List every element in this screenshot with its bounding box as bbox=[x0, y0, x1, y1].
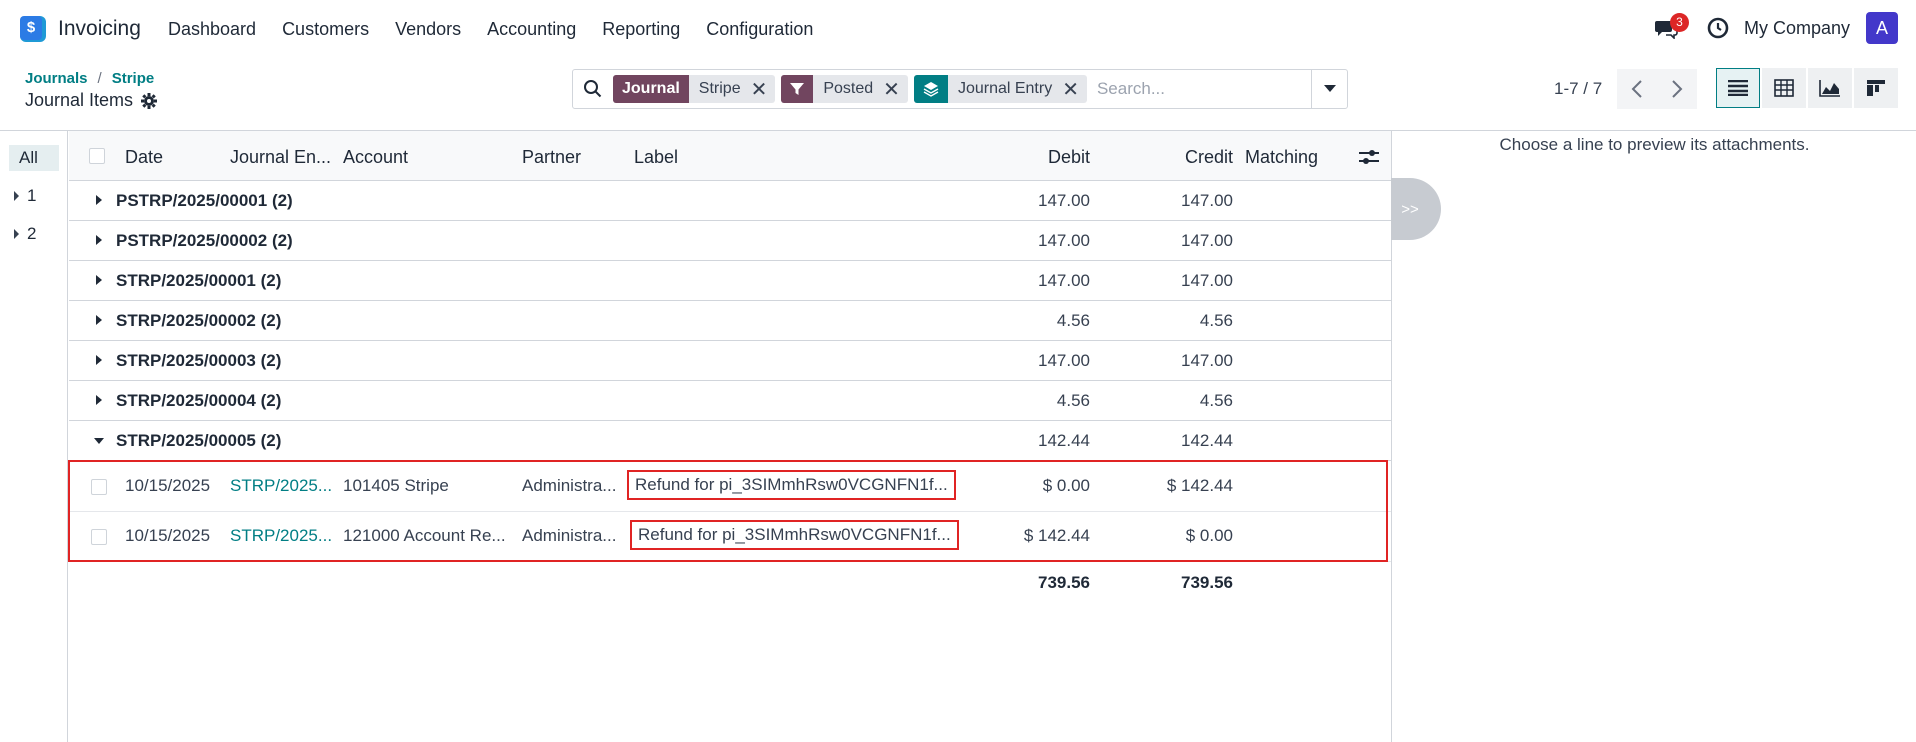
caret-right-icon bbox=[96, 195, 102, 205]
column-label[interactable]: Label bbox=[634, 147, 678, 168]
search-panel: All 1 2 bbox=[0, 131, 68, 742]
chevron-right-icon bbox=[1672, 80, 1683, 98]
column-matching[interactable]: Matching bbox=[1245, 147, 1318, 168]
attachment-preview-panel: Choose a line to preview its attachments… bbox=[1391, 131, 1916, 742]
column-journal-entry[interactable]: Journal En... bbox=[230, 147, 331, 168]
facet-journal-tag: Journal bbox=[613, 75, 689, 103]
top-navbar: Invoicing Dashboard Customers Vendors Ac… bbox=[0, 0, 1916, 58]
caret-right-icon bbox=[96, 395, 102, 405]
view-kanban-button[interactable] bbox=[1854, 68, 1898, 108]
view-list-button[interactable] bbox=[1716, 68, 1760, 108]
menu-dashboard[interactable]: Dashboard bbox=[168, 19, 256, 40]
facet-journal-entry: Journal Entry ✕ bbox=[913, 75, 1087, 103]
search-bar: Journal Stripe ✕ Posted ✕ Journal Entry … bbox=[572, 69, 1348, 109]
company-switcher[interactable]: My Company bbox=[1744, 18, 1850, 39]
select-all-checkbox[interactable] bbox=[89, 148, 105, 164]
remove-facet-journal-icon[interactable]: ✕ bbox=[751, 75, 776, 103]
column-date[interactable]: Date bbox=[125, 147, 163, 168]
messages-icon[interactable]: 3 bbox=[1652, 13, 1689, 43]
optional-columns-icon[interactable] bbox=[1359, 148, 1379, 166]
menu-accounting[interactable]: Accounting bbox=[487, 19, 576, 40]
view-graph-button[interactable] bbox=[1808, 68, 1852, 108]
facet-journal-entry-value: Journal Entry bbox=[957, 80, 1053, 97]
menu-customers[interactable]: Customers bbox=[282, 19, 369, 40]
caret-right-icon bbox=[14, 229, 19, 239]
caret-right-icon bbox=[96, 275, 102, 285]
chevron-left-icon bbox=[1631, 80, 1642, 98]
caret-down-icon bbox=[1323, 85, 1336, 92]
table-header: Date Journal En... Account Partner Label… bbox=[69, 131, 1391, 181]
search-panel-item-2[interactable]: 2 bbox=[14, 224, 36, 244]
group-row[interactable]: STRP/2025/00002 (2) 4.56 4.56 bbox=[69, 301, 1391, 341]
invoicing-app-icon[interactable] bbox=[20, 16, 46, 42]
search-panel-item-1[interactable]: 1 bbox=[14, 186, 36, 206]
gear-icon[interactable] bbox=[141, 92, 158, 109]
group-row[interactable]: STRP/2025/00003 (2) 147.00 147.00 bbox=[69, 341, 1391, 381]
group-row[interactable]: STRP/2025/00004 (2) 4.56 4.56 bbox=[69, 381, 1391, 421]
menu-vendors[interactable]: Vendors bbox=[395, 19, 461, 40]
area-chart-icon bbox=[1819, 80, 1840, 97]
view-pivot-button[interactable] bbox=[1762, 68, 1806, 108]
remove-facet-journal-entry-icon[interactable]: ✕ bbox=[1062, 75, 1087, 103]
remove-facet-posted-icon[interactable]: ✕ bbox=[883, 75, 908, 103]
pager-value[interactable]: 1-7 / 7 bbox=[1554, 79, 1602, 99]
filter-icon bbox=[781, 75, 814, 103]
page-title: Journal Items bbox=[25, 90, 158, 111]
column-credit[interactable]: Credit bbox=[1185, 147, 1233, 168]
list-view-icon bbox=[1728, 80, 1748, 96]
search-input[interactable] bbox=[1096, 79, 1297, 99]
kanban-icon bbox=[1867, 80, 1885, 96]
search-icon[interactable] bbox=[573, 79, 613, 99]
search-panel-item-all[interactable]: All bbox=[9, 145, 59, 171]
journal-items-table: Date Journal En... Account Partner Label… bbox=[68, 131, 1391, 742]
user-avatar[interactable]: A bbox=[1866, 12, 1898, 44]
group-row[interactable]: STRP/2025/00001 (2) 147.00 147.00 bbox=[69, 261, 1391, 301]
caret-right-icon bbox=[14, 191, 19, 201]
activity-clock-icon[interactable] bbox=[1706, 16, 1730, 40]
facet-journal: Journal Stripe ✕ bbox=[613, 75, 776, 103]
app-name[interactable]: Invoicing bbox=[58, 17, 141, 41]
menu-configuration[interactable]: Configuration bbox=[706, 19, 813, 40]
column-account[interactable]: Account bbox=[343, 147, 408, 168]
group-row-expanded[interactable]: STRP/2025/00005 (2) 142.44 142.44 bbox=[69, 421, 1391, 461]
selected-rows-highlight bbox=[68, 460, 1388, 562]
breadcrumb-stripe[interactable]: Stripe bbox=[112, 70, 155, 87]
column-debit[interactable]: Debit bbox=[1048, 147, 1090, 168]
column-partner[interactable]: Partner bbox=[522, 147, 581, 168]
caret-down-icon bbox=[94, 438, 104, 444]
pager-previous-button[interactable] bbox=[1617, 69, 1657, 109]
search-options-toggle[interactable] bbox=[1311, 70, 1347, 108]
layers-icon bbox=[913, 75, 948, 103]
total-debit: 739.56 bbox=[1038, 573, 1090, 592]
pivot-table-icon bbox=[1774, 79, 1794, 97]
facet-posted-value: Posted bbox=[823, 80, 874, 97]
breadcrumb-journals[interactable]: Journals bbox=[25, 70, 88, 87]
preview-hint: Choose a line to preview its attachments… bbox=[1499, 135, 1810, 154]
messages-badge: 3 bbox=[1669, 13, 1689, 32]
caret-right-icon bbox=[96, 235, 102, 245]
main-menu: Dashboard Customers Vendors Accounting R… bbox=[168, 19, 839, 40]
total-credit: 739.56 bbox=[1181, 573, 1233, 592]
group-row[interactable]: PSTRP/2025/00002 (2) 147.00 147.00 bbox=[69, 221, 1391, 261]
caret-right-icon bbox=[96, 355, 102, 365]
breadcrumb: Journals / Stripe bbox=[25, 70, 155, 87]
facet-posted: Posted ✕ bbox=[781, 75, 908, 103]
pager-next-button[interactable] bbox=[1657, 69, 1697, 109]
facet-journal-value: Stripe bbox=[698, 80, 741, 97]
group-row[interactable]: PSTRP/2025/00001 (2) 147.00 147.00 bbox=[69, 181, 1391, 221]
caret-right-icon bbox=[96, 315, 102, 325]
menu-reporting[interactable]: Reporting bbox=[602, 19, 680, 40]
